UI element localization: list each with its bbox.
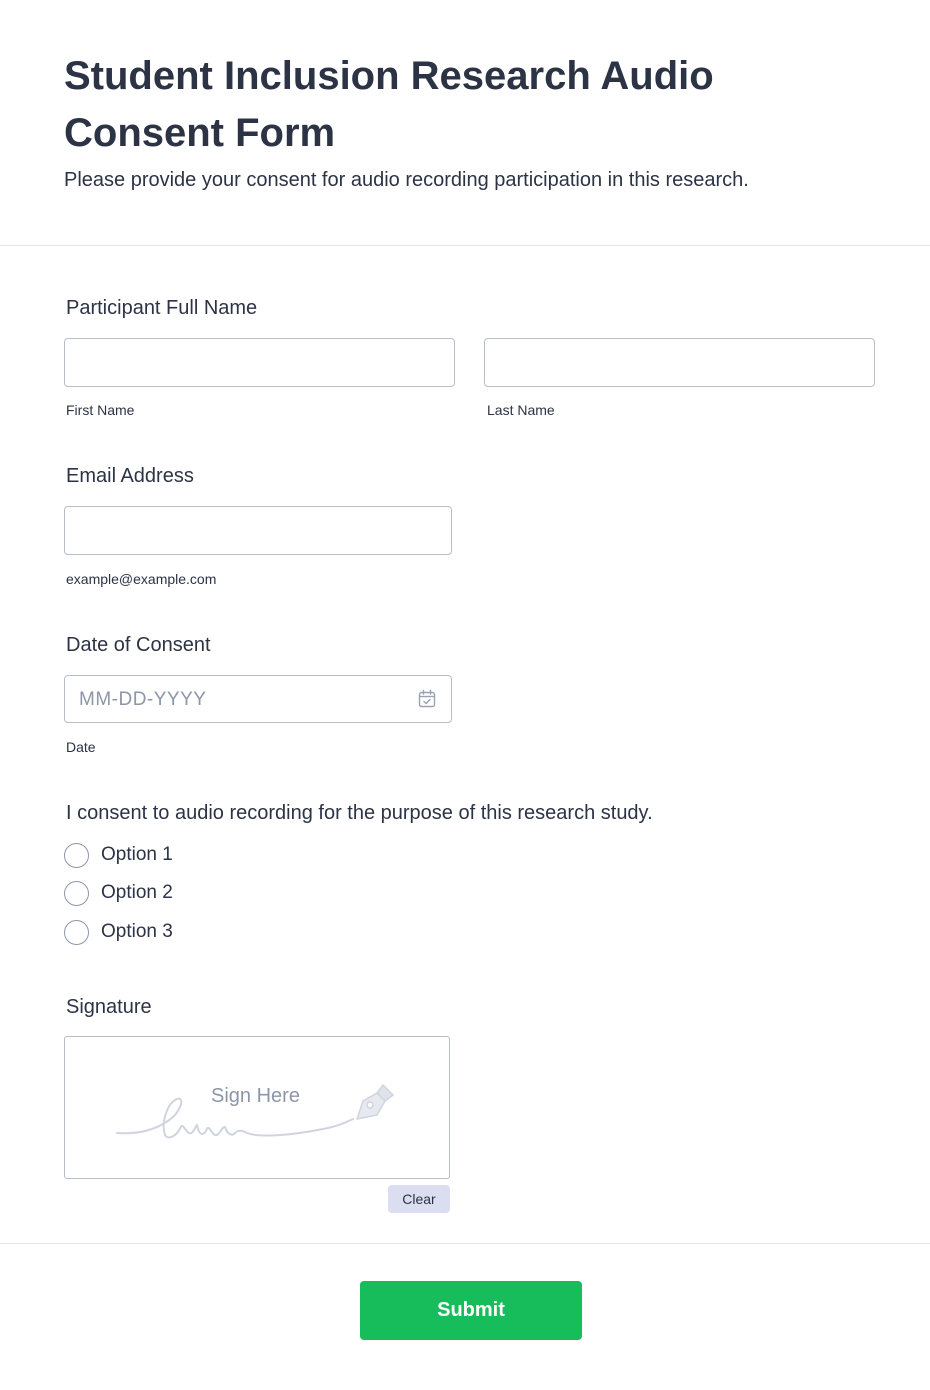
- form-header: Student Inclusion Research Audio Consent…: [0, 0, 930, 246]
- form-description: Please provide your consent for audio re…: [64, 169, 749, 191]
- last-name-sublabel: Last Name: [487, 402, 555, 418]
- clear-signature-button[interactable]: Clear: [388, 1185, 450, 1213]
- calendar-icon[interactable]: [417, 689, 437, 709]
- consent-option-1[interactable]: Option 1: [64, 842, 173, 868]
- radio-label: Option 3: [101, 921, 173, 942]
- date-sublabel: Date: [66, 739, 96, 755]
- date-label: Date of Consent: [66, 634, 211, 656]
- consent-option-3[interactable]: Option 3: [64, 919, 173, 945]
- radio-button[interactable]: [64, 842, 89, 868]
- radio-button[interactable]: [64, 919, 89, 945]
- sign-here-placeholder: Sign Here: [211, 1085, 300, 1107]
- first-name-sublabel: First Name: [66, 402, 135, 418]
- last-name-input[interactable]: [484, 338, 875, 387]
- email-label: Email Address: [66, 465, 194, 487]
- full-name-label: Participant Full Name: [66, 297, 258, 319]
- date-placeholder: MM-DD-YYYY: [79, 689, 207, 710]
- email-sublabel: example@example.com: [66, 571, 217, 587]
- submit-button[interactable]: Submit: [360, 1281, 582, 1340]
- form-title: Student Inclusion Research Audio Consent…: [64, 54, 714, 155]
- pen-nib-icon: [356, 1084, 394, 1120]
- signature-label: Signature: [66, 996, 152, 1018]
- signature-pad[interactable]: Sign Here: [64, 1036, 450, 1179]
- radio-label: Option 1: [101, 844, 173, 865]
- consent-option-2[interactable]: Option 2: [64, 880, 173, 906]
- date-input[interactable]: MM-DD-YYYY: [64, 675, 452, 723]
- radio-button[interactable]: [64, 880, 89, 906]
- radio-label: Option 2: [101, 882, 173, 903]
- consent-label: I consent to audio recording for the pur…: [66, 802, 653, 824]
- first-name-input[interactable]: [64, 338, 455, 387]
- email-input[interactable]: [64, 506, 452, 555]
